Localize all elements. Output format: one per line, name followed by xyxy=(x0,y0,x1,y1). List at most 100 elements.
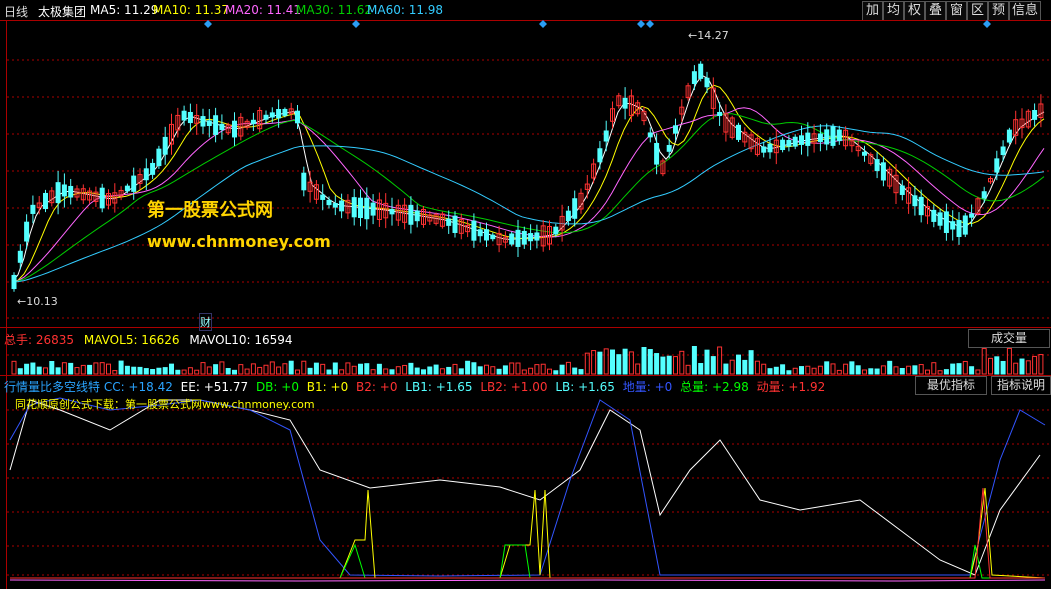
candle-body xyxy=(17,250,23,263)
volume-bar xyxy=(843,363,849,375)
volume-bar xyxy=(124,365,130,375)
volume-bar xyxy=(74,367,80,375)
candle-body xyxy=(899,185,905,195)
indicator-name[interactable]: 行情量比多空线特 CC: +18.42 xyxy=(4,380,173,394)
candle-body xyxy=(736,124,741,140)
volume-bar xyxy=(370,369,376,375)
volume-bar xyxy=(332,362,338,375)
volume-bar xyxy=(17,368,23,375)
volume-bar xyxy=(408,362,414,375)
candle-body xyxy=(200,116,206,127)
candle-body xyxy=(206,120,212,126)
candle-body xyxy=(994,158,1000,173)
volume-bar xyxy=(389,369,395,375)
event-diamond xyxy=(646,20,654,28)
volume-bar xyxy=(80,364,86,375)
candle-body xyxy=(124,185,130,192)
candle-body xyxy=(276,109,282,119)
candle-body xyxy=(1006,129,1012,143)
volume-bar xyxy=(477,366,483,375)
volume-bar xyxy=(395,366,401,375)
indicator-description-tab[interactable]: 指标说明 xyxy=(991,376,1051,395)
volume-bar xyxy=(635,363,641,375)
volume-bar xyxy=(925,369,930,375)
volume-bar xyxy=(282,363,288,375)
financial-event-marker[interactable]: 财 xyxy=(199,313,212,331)
candle-body xyxy=(99,187,105,209)
volume-bar xyxy=(862,369,867,375)
volume-bar xyxy=(729,359,735,375)
volume-bar xyxy=(301,360,307,375)
volume-bar xyxy=(988,357,993,375)
candle-body xyxy=(339,200,345,212)
volume-bar xyxy=(276,366,282,375)
candle-body xyxy=(490,234,496,240)
candle-body xyxy=(515,229,521,247)
lb1-value: LB1: +1.65 xyxy=(405,380,473,394)
volume-bar xyxy=(150,369,156,375)
volume-bar xyxy=(1025,360,1031,375)
event-diamond xyxy=(983,20,991,28)
candle-body xyxy=(943,211,949,234)
candle-body xyxy=(799,135,804,145)
b2-value: B2: +0 xyxy=(356,380,398,394)
volume-bar xyxy=(49,361,55,375)
volume-bar xyxy=(162,367,168,375)
candle-body xyxy=(528,233,534,242)
lb2-value: LB2: +1.00 xyxy=(480,380,548,394)
candle-body xyxy=(187,111,193,124)
volume-bar xyxy=(169,363,174,375)
volume-bar xyxy=(660,356,666,375)
volume-bar xyxy=(225,368,231,375)
volume-bar xyxy=(893,366,899,375)
watermark-url: www.chnmoney.com xyxy=(147,232,331,251)
volume-bar xyxy=(458,368,464,375)
candle-body xyxy=(250,119,256,125)
volume-bar xyxy=(61,362,67,375)
volume-bar xyxy=(465,360,471,375)
volume-bar xyxy=(565,361,571,375)
volume-bar xyxy=(257,366,263,375)
event-diamond xyxy=(352,20,360,28)
volume-bar xyxy=(931,362,937,375)
candle-body xyxy=(213,115,219,135)
b1-line xyxy=(339,487,1046,579)
volume-bar xyxy=(106,363,111,375)
volume-bar xyxy=(93,362,99,375)
watermark-chinese: 第一股票公式网 xyxy=(147,200,273,221)
candle-body xyxy=(956,219,962,238)
candle-body xyxy=(30,204,36,214)
volume-tab[interactable]: 成交量 xyxy=(968,329,1050,348)
volume-bar xyxy=(912,365,918,375)
volume-bar xyxy=(36,366,42,375)
volume-bar xyxy=(238,364,244,375)
candle-body xyxy=(880,162,886,181)
volume-bars xyxy=(11,346,1044,375)
volume-bar xyxy=(685,364,691,375)
best-indicator-tab[interactable]: 最优指标 xyxy=(915,376,987,395)
candle-body xyxy=(666,144,672,152)
chart-canvas[interactable] xyxy=(0,0,1051,589)
volume-bar xyxy=(421,369,426,375)
volume-bar xyxy=(496,368,502,375)
candle-body xyxy=(370,202,376,216)
volume-bar xyxy=(43,367,48,375)
volume-bar xyxy=(578,369,584,375)
candle-body xyxy=(282,108,288,116)
volume-bar xyxy=(799,366,804,375)
volume-bar xyxy=(1038,354,1044,375)
candle-body xyxy=(414,210,420,222)
event-diamond xyxy=(204,20,212,28)
candle-body xyxy=(862,151,867,156)
volume-bar xyxy=(805,365,811,375)
volume-bar xyxy=(868,368,874,375)
candle-body xyxy=(597,148,603,163)
volume-bar xyxy=(87,364,93,375)
volume-bar xyxy=(899,368,905,375)
candle-body xyxy=(263,114,269,120)
candle-body xyxy=(471,220,477,241)
candle-body xyxy=(761,146,767,153)
volume-bar xyxy=(263,364,269,375)
volume-bar xyxy=(433,364,439,375)
volume-bar xyxy=(622,348,628,375)
